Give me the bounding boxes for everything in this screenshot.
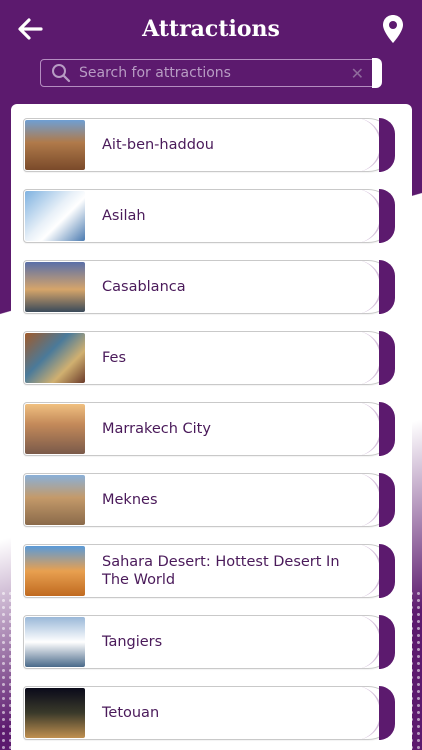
list-item-label: Marrakech City <box>102 421 211 437</box>
app-header: Attractions <box>0 0 422 58</box>
thumbnail-image <box>25 404 85 454</box>
map-pin-icon[interactable] <box>382 14 404 44</box>
list-item-tetouan[interactable]: Tetouan <box>23 686 395 740</box>
list-item-label: Ait-ben-haddou <box>102 137 214 153</box>
list-item-sahara-desert[interactable]: Sahara Desert: Hottest Desert In The Wor… <box>23 544 395 598</box>
search-input[interactable] <box>79 65 351 81</box>
list-item-label: Fes <box>102 350 127 366</box>
thumbnail-image <box>25 688 85 738</box>
list-item-label: Casablanca <box>102 279 186 295</box>
thumbnail-image <box>25 120 85 170</box>
search-bar[interactable]: ✕ <box>40 58 382 88</box>
list-item-tangiers[interactable]: Tangiers <box>23 615 395 669</box>
page-title: Attractions <box>142 16 280 42</box>
back-arrow-icon[interactable] <box>16 15 44 43</box>
thumbnail-image <box>25 617 85 667</box>
thumbnail-image <box>25 262 85 312</box>
list-item-ait-ben-haddou[interactable]: Ait-ben-haddou <box>23 118 395 172</box>
list-item-asilah[interactable]: Asilah <box>23 189 395 243</box>
list-item-casablanca[interactable]: Casablanca <box>23 260 395 314</box>
list-item-marrakech-city[interactable]: Marrakech City <box>23 402 395 456</box>
list-item-label: Tetouan <box>102 705 160 721</box>
list-item-meknes[interactable]: Meknes <box>23 473 395 527</box>
thumbnail-image <box>25 191 85 241</box>
thumbnail-image <box>25 475 85 525</box>
attractions-list: Ait-ben-haddou Asilah Casablanca Fes Mar… <box>23 118 395 750</box>
thumbnail-image <box>25 546 85 596</box>
list-item-fes[interactable]: Fes <box>23 331 395 385</box>
list-item-label: Meknes <box>102 492 158 508</box>
clear-icon[interactable]: ✕ <box>351 64 364 83</box>
list-item-label: Sahara Desert: Hottest Desert In The Wor… <box>102 554 340 588</box>
list-item-label: Tangiers <box>102 634 163 650</box>
list-item-label: Asilah <box>102 208 146 224</box>
thumbnail-image <box>25 333 85 383</box>
search-icon <box>52 64 71 83</box>
